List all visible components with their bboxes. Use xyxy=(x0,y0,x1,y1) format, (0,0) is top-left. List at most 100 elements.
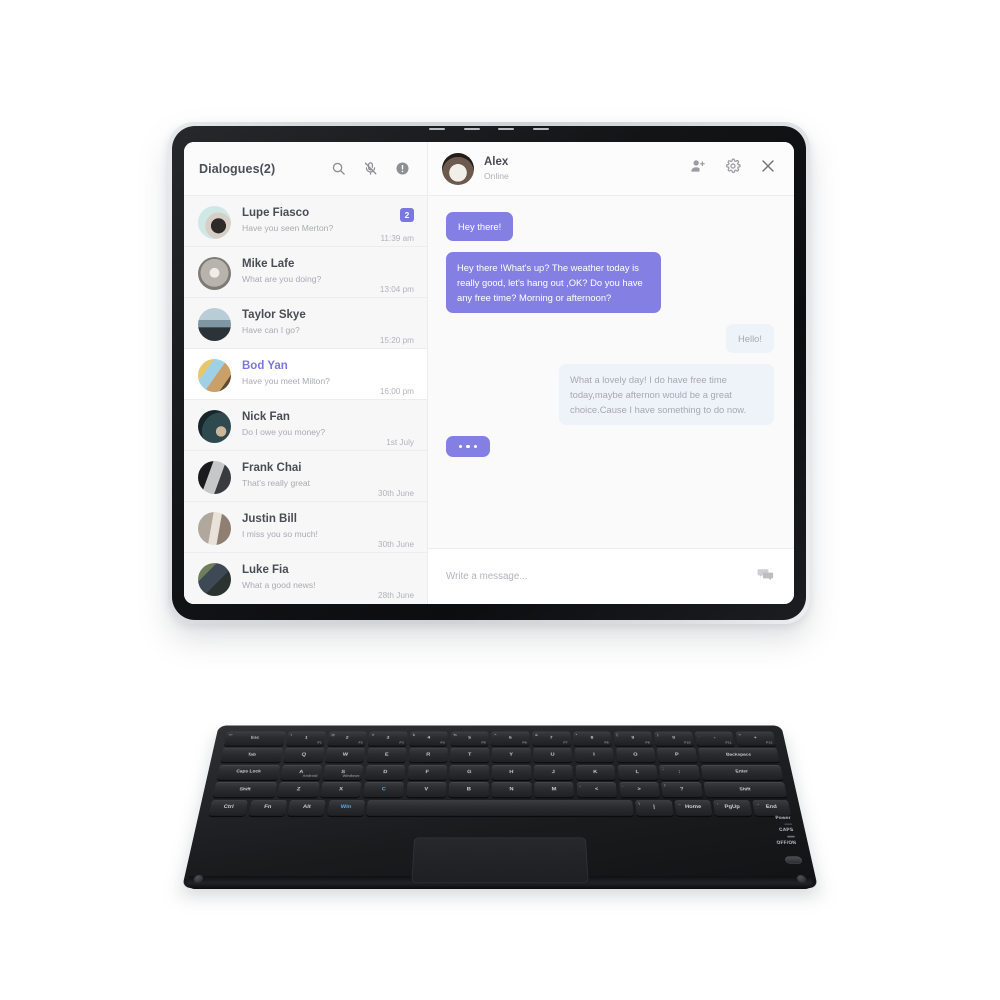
key-a[interactable]: A Android xyxy=(280,764,322,780)
key-e[interactable]: E xyxy=(366,748,407,763)
key-f[interactable]: F xyxy=(407,764,448,780)
key-1[interactable]: 1! F1 xyxy=(286,731,327,746)
key-z[interactable]: Z xyxy=(277,782,320,798)
key-c[interactable]: C xyxy=(363,782,404,798)
chat-pane: Alex Online Hey there! Hey there !What's… xyxy=(428,142,794,604)
key-enter[interactable]: Enter xyxy=(700,764,784,780)
add-person-icon[interactable] xyxy=(690,158,706,179)
unread-badge: 2 xyxy=(400,208,414,222)
key-6[interactable]: 6 ^ F6 xyxy=(491,731,530,746)
key-pgup-up-arrow[interactable]: PgUp ↑ xyxy=(713,799,752,816)
key-8[interactable]: 8 * F8 xyxy=(572,731,612,746)
list-item-meta: 2 11:39 am xyxy=(356,205,414,243)
key-backslash[interactable]: | \ xyxy=(635,799,674,816)
list-item[interactable]: Nick Fan Do I owe you money? 1st July xyxy=(184,400,427,450)
conversation-list[interactable]: Lupe Fiasco Have you seen Merton? 2 11:3… xyxy=(184,196,427,604)
power-switch[interactable] xyxy=(784,856,803,864)
search-icon[interactable] xyxy=(331,161,346,176)
key-home-left-arrow[interactable]: Home ← xyxy=(674,799,713,816)
key-fn[interactable]: Fn xyxy=(248,799,287,816)
keyboard-row: Esc ↩ 1! F1 2 @ F2 3 # F3 4 $ F4 5% F5 6 ^ F6 7 & F7 … xyxy=(224,731,776,746)
key-p[interactable]: P xyxy=(656,748,698,763)
key-s[interactable]: S Windows xyxy=(322,764,364,780)
key-g[interactable]: G xyxy=(449,764,489,780)
key-h[interactable]: H xyxy=(491,764,531,780)
list-item-meta: 13:04 pm xyxy=(356,256,414,294)
chat-bubbles-icon[interactable] xyxy=(757,566,774,588)
key-m[interactable]: M xyxy=(534,782,575,798)
key-alt[interactable]: Alt xyxy=(287,799,326,816)
avatar[interactable] xyxy=(442,152,474,185)
key-d[interactable]: D xyxy=(364,764,406,780)
gear-icon[interactable] xyxy=(725,158,741,179)
trackpad[interactable] xyxy=(411,837,589,883)
timestamp: 16:00 pm xyxy=(379,387,414,396)
key-5[interactable]: 5% F5 xyxy=(450,731,489,746)
key-4[interactable]: 4 $ F4 xyxy=(409,731,448,746)
list-item[interactable]: Mike Lafe What are you doing? 13:04 pm xyxy=(184,247,427,297)
microphone-muted-icon[interactable] xyxy=(363,161,378,176)
key-k[interactable]: K xyxy=(575,764,616,780)
timestamp: 15:20 pm xyxy=(379,336,414,345)
key-v[interactable]: V xyxy=(405,782,447,798)
avatar xyxy=(198,359,231,392)
key-backspace[interactable]: Backspace xyxy=(698,748,780,763)
key-minus[interactable]: - _ F11 xyxy=(694,731,735,746)
keyboard-surface: Esc ↩ 1! F1 2 @ F2 3 # F3 4 $ F4 5% F5 6 ^ F6 7 & F7 … xyxy=(182,726,818,888)
key-b[interactable]: B xyxy=(448,782,489,798)
page-title: Dialogues(2) xyxy=(199,161,276,176)
message-input[interactable] xyxy=(446,571,757,582)
key-shift-left[interactable]: Shift xyxy=(212,782,277,798)
key-end-right-arrow[interactable]: End → xyxy=(752,799,792,816)
key-u[interactable]: U xyxy=(533,748,573,763)
key-ctrl[interactable]: Ctrl xyxy=(208,799,248,816)
key-tab[interactable]: Tab xyxy=(220,748,283,763)
key-7[interactable]: 7 & F7 xyxy=(532,731,571,746)
chat-header-actions xyxy=(690,158,776,179)
key-0[interactable]: 0) F10 xyxy=(654,731,694,746)
key-3[interactable]: 3 # F3 xyxy=(368,731,408,746)
message-bubble-outgoing: Hello! xyxy=(726,324,774,353)
key-period[interactable]: >. xyxy=(618,782,660,798)
close-icon[interactable] xyxy=(760,158,776,179)
key-caps-lock[interactable]: Caps Lock xyxy=(216,764,280,780)
key-9[interactable]: 9(F9 xyxy=(613,731,653,746)
key-q[interactable]: Q xyxy=(283,748,324,763)
key-plus[interactable]: + = F12 xyxy=(735,731,776,746)
key-2[interactable]: 2 @ F2 xyxy=(327,731,367,746)
key-y[interactable]: Y xyxy=(491,748,531,763)
info-icon[interactable] xyxy=(395,161,410,176)
key-shift-right[interactable]: Shift xyxy=(703,782,788,798)
scene: Dialogues(2) Lupe Fiasco Have you seen M… xyxy=(0,0,1000,1000)
key-o[interactable]: O xyxy=(615,748,656,763)
list-item-meta: 30th June xyxy=(356,460,414,498)
key-comma[interactable]: <, xyxy=(576,782,618,798)
key-j[interactable]: J xyxy=(533,764,574,780)
key-slash[interactable]: ? / xyxy=(661,782,703,798)
timestamp: 11:39 am xyxy=(380,234,414,243)
rubber-foot-right xyxy=(796,875,807,883)
list-item[interactable]: Frank Chai That's really great 30th June xyxy=(184,451,427,501)
list-item[interactable]: Lupe Fiasco Have you seen Merton? 2 11:3… xyxy=(184,196,427,246)
key-x[interactable]: X xyxy=(320,782,362,798)
list-item-meta: 30th June xyxy=(356,511,414,549)
key-win[interactable]: Win xyxy=(326,799,365,816)
list-item[interactable]: Taylor Skye Have can I go? 15:20 pm xyxy=(184,298,427,348)
key-i[interactable]: I xyxy=(574,748,614,763)
key-w[interactable]: W xyxy=(325,748,366,763)
key-n[interactable]: N xyxy=(491,782,532,798)
timestamp: 30th June xyxy=(378,489,414,498)
keyboard-row: Tab Q W E R T Y U I O P Backspace xyxy=(220,748,780,763)
key-l[interactable]: L xyxy=(617,764,658,780)
list-item-meta: 16:00 pm xyxy=(356,358,414,396)
list-item[interactable]: Bod Yan Have you meet Milton? 16:00 pm xyxy=(184,349,427,399)
key-t[interactable]: T xyxy=(450,748,489,763)
key-esc[interactable]: Esc ↩ xyxy=(224,731,286,746)
composer xyxy=(428,548,794,604)
key-space[interactable] xyxy=(366,799,634,816)
list-item[interactable]: Luke Fia What a good news! 28th June xyxy=(184,553,427,603)
list-item[interactable]: Justin Bill I miss you so much! 30th Jun… xyxy=(184,502,427,552)
keyboard-row: Caps Lock A Android S Windows D F G H J K … xyxy=(216,764,784,780)
key-semicolon[interactable]: :; xyxy=(659,764,701,780)
key-r[interactable]: R xyxy=(408,748,448,763)
